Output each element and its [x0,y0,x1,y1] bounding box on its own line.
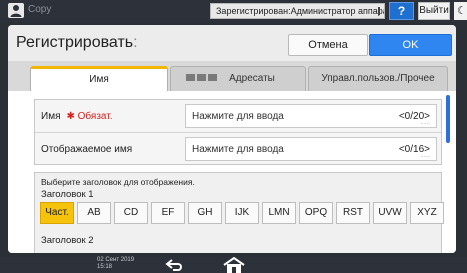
heading-key-lmn[interactable]: LMN [262,202,296,224]
heading1-label: Заголовок 1 [41,189,94,200]
page-title: Регистрировать: [16,34,138,52]
back-arrow-icon[interactable] [163,258,187,272]
more-icon: ... [421,152,430,159]
tab-name[interactable]: Имя [30,66,168,91]
heading-key-opq[interactable]: OPQ [299,202,333,224]
heading-key-cd[interactable]: CD [114,202,148,224]
name-fields: Имя ✱ Обязат. Нажмите для ввода <0/20> ..… [34,99,442,165]
tab-content: Имя ✱ Обязат. Нажмите для ввода <0/20> ..… [8,91,456,253]
scrollbar[interactable] [446,95,450,143]
datetime: 02 Сент 2019 15:18 [97,257,134,271]
date-text: 02 Сент 2019 [97,257,135,263]
display-name-row: Отображаемое имя Нажмите для ввода <0/16… [35,133,441,166]
tab-user-management[interactable]: Управл.пользов./Прочее [308,66,448,91]
heading-description: Выберите заголовок для отображения. [41,177,195,187]
ok-button[interactable]: OK [369,34,452,56]
status-bar: Copy Зарегистрирован:Администратор аппар… [0,0,467,22]
display-name-placeholder: Нажмите для ввода [192,144,284,155]
user-icon[interactable] [8,3,24,18]
home-icon[interactable] [220,256,248,273]
logout-button[interactable]: Выйти [418,2,450,20]
bottom-bar: 02 Сент 2019 15:18 [0,256,467,273]
dialog-header: Регистрировать: Отмена OK [8,25,456,61]
heading-key-ijk[interactable]: IJK [225,202,259,224]
display-name-label: Отображаемое имя [41,144,133,155]
tab-destinations[interactable]: Адресаты [170,66,306,91]
page-title-text: Регистрировать [16,34,134,51]
heading-key-frequent[interactable]: Част. [40,202,74,224]
name-input[interactable]: Нажмите для ввода <0/20> ... [185,104,437,128]
login-status[interactable]: Зарегистрирован:Администратор аппарат [210,3,385,19]
heading-key-rst[interactable]: RST [336,202,370,224]
name-label-text: Имя [41,111,61,122]
mode-label: Copy [28,4,52,15]
status-indicator [378,7,380,15]
login-status-text: Зарегистрирован:Администратор аппарат [216,6,385,16]
register-dialog: Регистрировать: Отмена OK Имя Адресаты У… [8,25,456,253]
cancel-button[interactable]: Отмена [288,34,368,56]
heading-key-xyz[interactable]: XYZ [410,202,444,224]
tab-name-label: Имя [89,74,109,85]
heading-key-gh[interactable]: GH [188,202,222,224]
name-label: Имя ✱ Обязат. [41,111,113,122]
more-icon: ... [421,119,430,126]
tab-destinations-label: Адресаты [229,73,275,84]
required-mark: ✱ Обязат. [66,111,113,122]
time-text: 15:18 [97,264,113,270]
heading-key-ab[interactable]: AB [77,202,111,224]
destination-icons [185,74,219,83]
help-button[interactable]: ? [389,2,414,20]
tab-user-management-label: Управл.пользов./Прочее [321,73,435,84]
tab-bar: Имя Адресаты Управл.пользов./Прочее [8,61,456,91]
moon-icon[interactable]: ☾ [454,2,467,20]
heading-key-uvw[interactable]: UVW [373,202,407,224]
page-title-suffix: : [133,34,138,51]
name-row: Имя ✱ Обязат. Нажмите для ввода <0/20> ..… [35,100,441,133]
display-name-input[interactable]: Нажмите для ввода <0/16> ... [185,137,437,161]
heading-key-ef[interactable]: EF [151,202,185,224]
heading2-label: Заголовок 2 [41,235,94,246]
heading-selector: Выберите заголовок для отображения. Заго… [34,172,444,253]
name-input-placeholder: Нажмите для ввода [192,111,284,122]
